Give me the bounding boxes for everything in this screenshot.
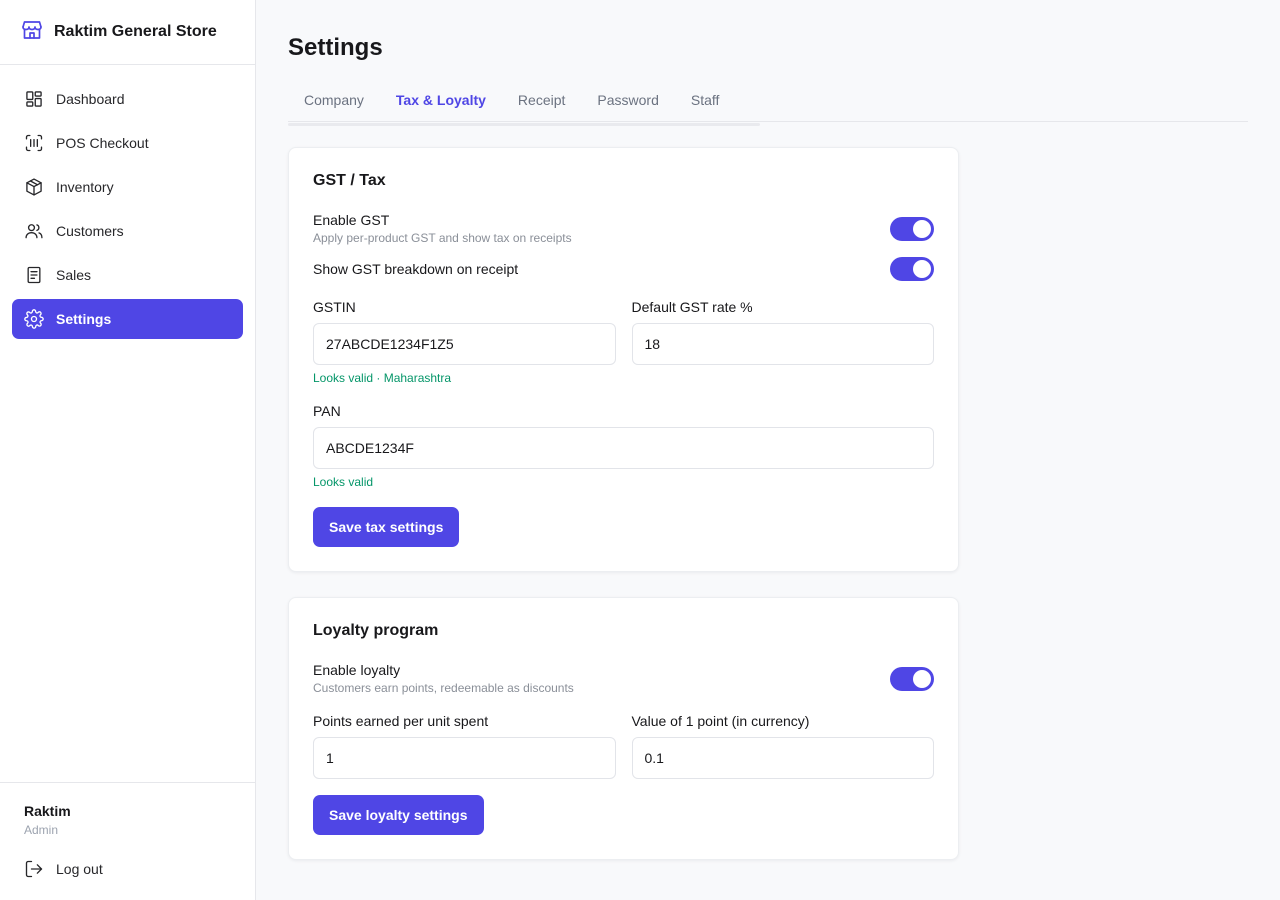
sidebar-item-settings[interactable]: Settings — [12, 299, 243, 339]
sidebar-item-sales[interactable]: Sales — [12, 255, 243, 295]
box-icon — [26, 178, 42, 196]
enable-gst-toggle[interactable] — [890, 216, 934, 241]
logout-icon — [25, 860, 43, 878]
point-value-input[interactable] — [631, 737, 934, 779]
points-per-unit-input[interactable] — [313, 737, 616, 779]
page-title: Settings — [288, 34, 383, 61]
users-icon — [25, 224, 43, 239]
gstin-input[interactable] — [313, 323, 616, 365]
gst-rate-label: Default GST rate % — [631, 299, 753, 315]
sidebar-item-label: Dashboard — [56, 91, 125, 107]
loyalty-fields-row: Points earned per unit spent Value of 1 … — [313, 713, 934, 779]
tabs-track — [288, 123, 760, 126]
enable-gst-description: Apply per-product GST and show tax on re… — [313, 231, 572, 245]
receipt-icon — [27, 266, 41, 284]
points-per-unit-field-group: Points earned per unit spent — [313, 713, 616, 779]
gst-fields-row: GSTIN Looks valid · Maharashtra Default … — [313, 299, 934, 385]
enable-loyalty-toggle[interactable] — [890, 666, 934, 691]
user-name: Raktim — [24, 803, 71, 819]
sidebar-item-label: Sales — [56, 267, 92, 283]
gst-tax-card: GST / Tax Enable GST Apply per-product G… — [288, 147, 959, 572]
enable-gst-label: Enable GST — [313, 212, 390, 228]
tab-company[interactable]: Company — [288, 92, 380, 122]
sidebar: Raktim General Store Dashboard POS Check… — [0, 0, 256, 900]
tab-tax-loyalty[interactable]: Tax & Loyalty — [380, 92, 502, 122]
save-loyalty-settings-button[interactable]: Save loyalty settings — [313, 795, 484, 835]
logout-button[interactable]: Log out — [24, 859, 231, 879]
point-value-label: Value of 1 point (in currency) — [631, 713, 810, 729]
gstin-valid-hint: Looks valid · Maharashtra — [313, 371, 452, 385]
enable-loyalty-description: Customers earn points, redeemable as dis… — [313, 681, 574, 695]
gstin-field-group: GSTIN Looks valid · Maharashtra — [313, 299, 616, 385]
user-role: Admin — [24, 823, 59, 837]
main-content: Settings Company Tax & Loyalty Receipt P… — [256, 0, 1280, 900]
gstin-label: GSTIN — [313, 299, 356, 315]
pan-valid-hint: Looks valid — [313, 475, 374, 489]
sidebar-item-dashboard[interactable]: Dashboard — [12, 79, 243, 119]
tab-staff[interactable]: Staff — [675, 92, 736, 122]
enable-loyalty-row: Enable loyalty Customers earn points, re… — [313, 662, 934, 695]
card-title: GST / Tax — [313, 172, 386, 189]
pan-label: PAN — [313, 403, 341, 419]
tab-password[interactable]: Password — [581, 92, 674, 122]
points-per-unit-label: Points earned per unit spent — [313, 713, 489, 729]
sidebar-item-inventory[interactable]: Inventory — [12, 167, 243, 207]
sidebar-footer: Raktim Admin Log out — [0, 782, 255, 900]
tab-receipt[interactable]: Receipt — [502, 92, 581, 122]
store-icon — [20, 18, 44, 47]
sidebar-item-pos-checkout[interactable]: POS Checkout — [12, 123, 243, 163]
card-title: Loyalty program — [313, 622, 439, 639]
gst-breakdown-label: Show GST breakdown on receipt — [313, 261, 519, 277]
sidebar-item-label: Customers — [56, 223, 124, 239]
gst-breakdown-row: Show GST breakdown on receipt — [313, 257, 934, 281]
sidebar-nav: Dashboard POS Checkout Inventory Custome… — [0, 65, 255, 353]
brand: Raktim General Store — [0, 0, 255, 65]
point-value-field-group: Value of 1 point (in currency) — [631, 713, 934, 779]
enable-loyalty-label: Enable loyalty — [313, 662, 401, 678]
sidebar-item-label: POS Checkout — [56, 135, 149, 151]
pan-field-group: PAN Looks valid — [313, 403, 934, 489]
gst-rate-input[interactable] — [631, 323, 934, 365]
dashboard-icon — [26, 91, 42, 107]
loyalty-program-card: Loyalty program Enable loyalty Customers… — [288, 597, 959, 860]
logout-label: Log out — [56, 861, 103, 877]
save-tax-settings-button[interactable]: Save tax settings — [313, 507, 460, 547]
sidebar-item-customers[interactable]: Customers — [12, 211, 243, 251]
pan-input[interactable] — [313, 427, 934, 469]
sidebar-item-label: Inventory — [56, 179, 114, 195]
settings-tabs: Company Tax & Loyalty Receipt Password S… — [288, 92, 1248, 122]
gear-icon — [24, 309, 44, 329]
gst-rate-field-group: Default GST rate % — [631, 299, 934, 385]
gst-breakdown-toggle[interactable] — [890, 257, 934, 281]
enable-gst-row: Enable GST Apply per-product GST and sho… — [313, 212, 934, 245]
brand-name: Raktim General Store — [54, 23, 217, 40]
sidebar-item-label: Settings — [56, 311, 112, 327]
barcode-scan-icon — [25, 134, 43, 152]
